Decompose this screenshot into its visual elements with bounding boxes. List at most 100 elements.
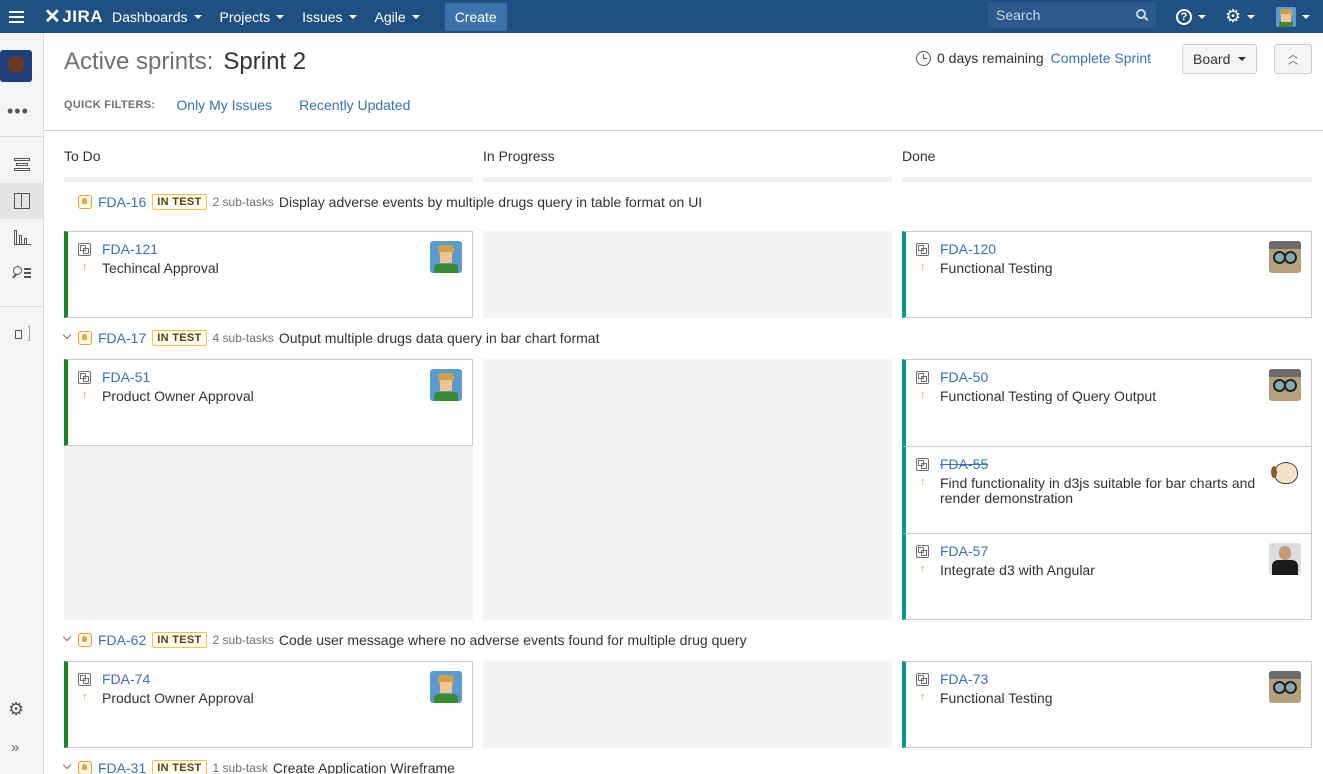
issue-card[interactable]: FDA-57 ↑ Integrate d3 with Angular	[902, 533, 1312, 620]
issue-card[interactable]: FDA-50 ↑ Functional Testing of Query Out…	[902, 359, 1312, 446]
issue-card[interactable]: FDA-120 ↑ Functional Testing	[902, 231, 1312, 318]
parent-issue-key[interactable]: FDA-62	[98, 632, 146, 648]
column-bar	[902, 177, 1312, 182]
expand-sidebar-icon[interactable]: »	[11, 739, 19, 756]
swimlane-header[interactable]: FDA-16 IN TEST 2 sub-tasks Display adver…	[64, 194, 1312, 210]
story-icon	[78, 331, 92, 345]
page-title: Active sprints: Sprint 2	[64, 48, 306, 76]
issue-card[interactable]: FDA-73 ↑ Functional Testing	[902, 661, 1312, 748]
collapse-chevron-icon[interactable]	[62, 632, 72, 642]
jira-logo[interactable]: ✕ JIRA	[44, 4, 103, 29]
sprint-meta: 0 days remaining Complete Sprint	[916, 50, 1151, 66]
issue-key[interactable]: FDA-51	[102, 369, 150, 385]
create-button[interactable]: Create	[444, 2, 507, 31]
issue-key[interactable]: FDA-73	[940, 671, 988, 687]
admin-menu[interactable]: ⚙	[1225, 0, 1256, 33]
project-sidebar: ••• ⚙ »	[0, 33, 44, 774]
issue-key[interactable]: FDA-120	[940, 241, 996, 257]
user-menu[interactable]	[1276, 0, 1310, 33]
double-chevron-up-icon: ︿ ︿	[1288, 50, 1298, 67]
swimlane-header[interactable]: FDA-31 IN TEST 1 sub-task Create Applica…	[62, 760, 1312, 774]
parent-issue-key[interactable]: FDA-16	[98, 194, 146, 210]
help-menu[interactable]: ?	[1176, 0, 1206, 33]
subtask-count: 4 sub-tasks	[212, 331, 274, 345]
chevron-down-icon	[193, 14, 202, 19]
subtask-icon	[916, 458, 929, 471]
project-avatar[interactable]	[0, 50, 32, 82]
assignee-avatar	[1269, 369, 1301, 401]
issue-card[interactable]: FDA-55 ↑ Find functionality in d3js suit…	[902, 446, 1312, 533]
issue-key[interactable]: FDA-57	[940, 543, 988, 559]
priority-major-icon: ↑	[920, 261, 926, 273]
hamburger-menu-icon[interactable]	[0, 0, 32, 33]
subtask-icon	[78, 673, 91, 686]
subtask-icon	[78, 371, 91, 384]
issue-card[interactable]: FDA-74 ↑ Product Owner Approval	[64, 661, 473, 748]
quick-filter-recently-updated[interactable]: Recently Updated	[299, 97, 410, 113]
issue-card[interactable]: FDA-51 ↑ Product Owner Approval	[64, 359, 473, 446]
issue-summary: Integrate d3 with Angular	[940, 562, 1095, 578]
search-icon[interactable]	[1136, 9, 1146, 19]
backlog-icon	[13, 158, 30, 172]
in-progress-cell	[483, 661, 892, 748]
chevron-down-icon	[411, 14, 420, 19]
chevron-down-icon	[276, 14, 285, 19]
reports-icon	[13, 229, 31, 245]
column-bar	[483, 177, 892, 182]
status-badge: IN TEST	[152, 760, 207, 774]
issue-card[interactable]: FDA-121 ↑ Techincal Approval	[64, 231, 473, 318]
collapse-chevron-icon[interactable]	[62, 330, 72, 340]
story-icon	[78, 761, 92, 774]
issue-key[interactable]: FDA-121	[102, 241, 158, 257]
collapse-chevron-icon[interactable]	[62, 760, 72, 770]
assignee-avatar	[1269, 671, 1301, 703]
issue-summary: Functional Testing	[940, 260, 1053, 276]
chevron-down-icon	[1238, 57, 1247, 61]
issue-key[interactable]: FDA-74	[102, 671, 150, 687]
swimlane-header[interactable]: FDA-17 IN TEST 4 sub-tasks Output multip…	[62, 330, 1312, 346]
assignee-avatar	[430, 241, 462, 273]
sidebar-item-backlog[interactable]	[0, 147, 43, 183]
sidebar-divider	[0, 306, 43, 307]
collapse-header-button[interactable]: ︿ ︿	[1274, 44, 1312, 74]
board-button-label: Board	[1193, 51, 1231, 67]
parent-issue-summary: Create Application Wireframe	[272, 760, 455, 774]
nav-issues[interactable]: Issues	[293, 0, 365, 33]
parent-issue-key[interactable]: FDA-17	[98, 330, 146, 346]
priority-major-icon: ↑	[920, 389, 926, 401]
assignee-avatar	[1269, 456, 1301, 488]
sidebar-item-active-sprints[interactable]	[0, 183, 43, 219]
settings-gear-icon[interactable]: ⚙	[8, 699, 24, 720]
nav-agile[interactable]: Agile	[366, 0, 429, 33]
issue-key[interactable]: FDA-55	[940, 456, 988, 472]
parent-issue-key[interactable]: FDA-31	[98, 760, 146, 774]
sidebar-item-announcements[interactable]	[0, 316, 43, 352]
parent-issue-summary: Display adverse events by multiple drugs…	[278, 194, 703, 210]
board-menu-button[interactable]: Board	[1182, 44, 1258, 74]
assignee-avatar	[430, 369, 462, 401]
subtask-count: 1 sub-task	[212, 761, 268, 774]
quick-filter-only-my-issues[interactable]: Only My Issues	[176, 97, 272, 113]
parent-issue-summary: Code user message where no adverse event…	[278, 632, 747, 648]
issue-summary: Product Owner Approval	[102, 388, 254, 404]
parent-issue-summary: Output multiple drugs data query in bar …	[278, 330, 600, 346]
sidebar-item-reports[interactable]	[0, 219, 43, 255]
priority-major-icon: ↑	[920, 691, 926, 703]
quick-filters-label: QUICK FILTERS:	[64, 99, 156, 111]
subtask-count: 2 sub-tasks	[212, 633, 274, 647]
issue-key[interactable]: FDA-50	[940, 369, 988, 385]
search-input[interactable]	[996, 7, 1126, 23]
sidebar-item-issues[interactable]	[0, 255, 43, 291]
issues-icon	[11, 266, 31, 280]
more-icon[interactable]: •••	[7, 101, 29, 122]
swimlane-header[interactable]: FDA-62 IN TEST 2 sub-tasks Code user mes…	[62, 632, 1312, 648]
nav-projects[interactable]: Projects	[211, 0, 294, 33]
nav-label: Issues	[302, 8, 343, 25]
nav-dashboards[interactable]: Dashboards	[103, 0, 211, 33]
user-avatar	[1276, 6, 1296, 27]
chevron-down-icon	[1302, 14, 1310, 19]
logo-text: JIRA	[62, 6, 103, 26]
complete-sprint-link[interactable]: Complete Sprint	[1051, 50, 1151, 66]
subtask-icon	[916, 673, 929, 686]
chevron-down-icon	[1198, 14, 1206, 19]
